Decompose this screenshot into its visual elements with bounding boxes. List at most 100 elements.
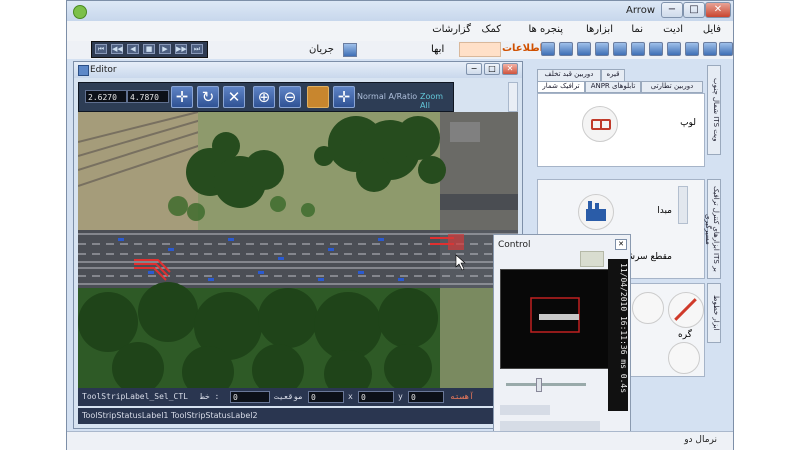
- editor-footer: ToolStripStatusLabel1 ToolStripStatusLab…: [78, 408, 518, 424]
- info-label[interactable]: اطلاعات: [502, 43, 543, 54]
- flow-icon[interactable]: [343, 43, 357, 57]
- menu-reports[interactable]: گزارشات: [432, 24, 471, 35]
- junction-icon[interactable]: [632, 292, 664, 324]
- editor-icon: [78, 65, 89, 76]
- editor-toolbar: 2.6270 4.7870 ✛ ↻ ✕ ⊕ ⊖ ✛ Normal A/Ratio…: [78, 82, 454, 112]
- editor-title-bar: Editor − □ ✕: [74, 62, 522, 78]
- editor-scrollbar[interactable]: [508, 82, 518, 112]
- loop-label: لوپ: [680, 118, 696, 128]
- sel-ctl-label: ToolStripLabel_Sel_CTL: [82, 392, 188, 401]
- last-frame-button[interactable]: ⏭: [191, 44, 203, 54]
- editor-title: Editor: [90, 65, 117, 75]
- coord-y-field[interactable]: 4.7870: [127, 90, 169, 103]
- origin-scrollbar[interactable]: [678, 186, 688, 224]
- globe-icon[interactable]: [631, 42, 645, 56]
- menu-tools[interactable]: ابزارها: [586, 24, 613, 35]
- list-icon[interactable]: [595, 42, 609, 56]
- camera-preview: [500, 269, 610, 369]
- main-status-bar: نرمال دو: [67, 431, 733, 450]
- control-close-button[interactable]: ✕: [615, 239, 627, 250]
- menu-view[interactable]: نما: [631, 24, 643, 35]
- loop-icon[interactable]: [582, 106, 618, 142]
- editor-status-strip: ToolStripLabel_Sel_CTL خط : 0 موقعیت 0 x…: [78, 388, 518, 406]
- play-button[interactable]: ▶: [159, 44, 171, 54]
- control-swatch[interactable]: [580, 251, 604, 267]
- timestamp-overlay: 11/04/2010 16:11:36 ms 0.4s: [608, 259, 628, 411]
- rotate-tool-icon[interactable]: ↻: [197, 86, 219, 108]
- abha-label: ابها: [431, 44, 445, 55]
- editor-window: Editor − □ ✕ 2.6270 4.7870 ✛ ↻ ✕ ⊕ ⊖ ✛ N…: [73, 61, 523, 429]
- control-title: Control: [498, 240, 531, 250]
- maximize-button[interactable]: □: [683, 2, 705, 18]
- editor-minimize-button[interactable]: −: [466, 63, 482, 75]
- slider-thumb[interactable]: [536, 378, 542, 392]
- connector-icon[interactable]: [668, 342, 700, 374]
- abha-input[interactable]: [459, 42, 501, 57]
- control-window: Control ✕ 11/04/2010 16:11:36 ms 0.4s: [493, 234, 631, 440]
- sel-ctl-suffix: خط :: [200, 392, 220, 401]
- aerial-map: [78, 112, 518, 388]
- move-tool-icon[interactable]: ✛: [333, 86, 355, 108]
- control-field-2[interactable]: [500, 421, 600, 431]
- node-label: گره: [678, 330, 692, 340]
- zoom-all-button[interactable]: Zoom All: [420, 92, 453, 110]
- step-back-button[interactable]: ◀: [127, 44, 139, 54]
- app-icon: [73, 5, 87, 19]
- editor-maximize-button[interactable]: □: [484, 63, 500, 75]
- pan-tool-icon[interactable]: ✛: [171, 86, 193, 108]
- status-mode-label: نرمال دو: [684, 435, 717, 445]
- side-tab-lines[interactable]: ابزار خطوط: [707, 283, 721, 343]
- menu-edit[interactable]: ادیت: [663, 24, 683, 35]
- node-icon[interactable]: [668, 292, 704, 328]
- menu-file[interactable]: فایل: [703, 24, 721, 35]
- flow-label[interactable]: جریان: [309, 44, 334, 55]
- y-label: y: [398, 392, 403, 401]
- map-canvas[interactable]: [78, 112, 518, 388]
- main-window: Arrow − □ ✕ فایل ادیت نما ابزارها پنجره …: [66, 0, 734, 450]
- print-icon[interactable]: [667, 42, 681, 56]
- title-bar: Arrow − □ ✕: [67, 1, 733, 21]
- line-field[interactable]: 0: [230, 391, 270, 403]
- position-field[interactable]: 0: [308, 391, 344, 403]
- tool-strip-status-labels: ToolStripStatusLabel1 ToolStripStatusLab…: [82, 411, 258, 420]
- new-file-icon[interactable]: [719, 42, 733, 56]
- loop-section: لوپ: [537, 93, 705, 167]
- window-title: Arrow: [626, 5, 655, 16]
- open-folder-icon[interactable]: [703, 42, 717, 56]
- tab-anpr[interactable]: ANPR تابلوهای: [585, 81, 641, 93]
- menu-help[interactable]: کمک: [482, 24, 502, 35]
- normal-aspect-ratio-button[interactable]: Normal A/Ratio: [357, 92, 417, 101]
- first-frame-button[interactable]: ⏮: [95, 44, 107, 54]
- coord-x-field[interactable]: 2.6270: [85, 90, 127, 103]
- y-field[interactable]: 0: [408, 391, 444, 403]
- stop-button[interactable]: ■: [143, 44, 155, 54]
- tab-traffic-counter[interactable]: ترافیک شمار: [537, 81, 585, 93]
- speed-label: آهسته: [450, 392, 475, 401]
- image-icon[interactable]: [577, 42, 591, 56]
- delete-tool-icon[interactable]: ✕: [223, 86, 245, 108]
- x-field[interactable]: 0: [358, 391, 394, 403]
- side-tab-traffic-control[interactable]: ابزارهای کنترل ترافیک ITS بر مسیرگیری: [704, 179, 721, 279]
- save-icon[interactable]: [685, 42, 699, 56]
- fast-forward-button[interactable]: ▶▶: [175, 44, 187, 54]
- factory-icon[interactable]: [578, 194, 614, 230]
- editor-close-button[interactable]: ✕: [502, 63, 518, 75]
- position-label: موقعیت: [274, 392, 303, 401]
- color-picker-icon[interactable]: [307, 86, 329, 108]
- layers-icon[interactable]: [613, 42, 627, 56]
- minimize-button[interactable]: −: [661, 2, 683, 18]
- close-button[interactable]: ✕: [705, 2, 731, 18]
- tab-surveillance-camera[interactable]: دوربین تطارتی: [641, 81, 703, 93]
- rewind-button[interactable]: ◀◀: [111, 44, 123, 54]
- zoom-out-icon[interactable]: ⊖: [279, 86, 301, 108]
- grid-icon[interactable]: [559, 42, 573, 56]
- side-tab-north-south[interactable]: شمال چنوب ITS ویت: [707, 65, 721, 155]
- zoom-in-icon[interactable]: ⊕: [253, 86, 275, 108]
- network-icon[interactable]: [541, 42, 555, 56]
- playback-toolbar: ⏮ ◀◀ ◀ ■ ▶ ▶▶ ⏭: [91, 41, 208, 58]
- control-slider[interactable]: [506, 378, 586, 392]
- menu-windows[interactable]: پنجره ها: [528, 24, 563, 35]
- control-field-1[interactable]: [500, 405, 550, 415]
- origin-label: مبدا: [657, 206, 672, 216]
- print-preview-icon[interactable]: [649, 42, 663, 56]
